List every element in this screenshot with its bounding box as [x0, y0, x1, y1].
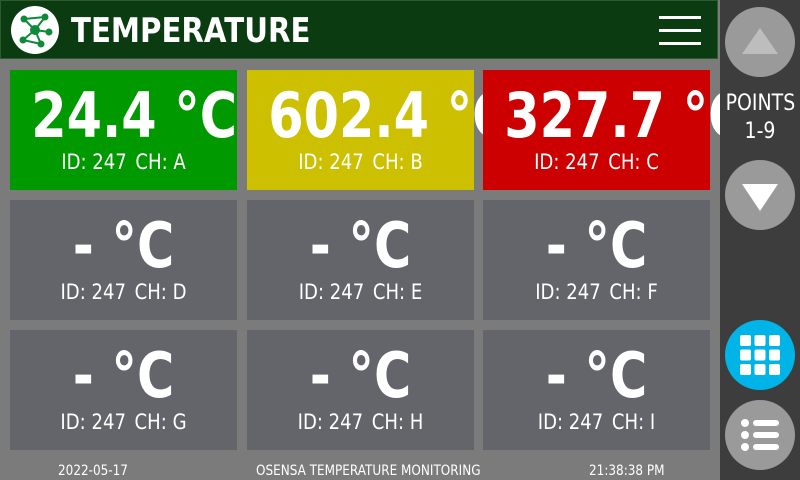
temperature-value: - °C [72, 209, 175, 282]
temperature-value: - °C [545, 339, 648, 412]
triangle-down-icon [742, 184, 778, 211]
sensor-id: ID: 247 [297, 410, 364, 434]
temperature-screen: TEMPERATURE 24.4 °C ID: 247 CH: A 602.4 °C I… [0, 0, 800, 480]
sensor-id: ID: 247 [60, 410, 126, 434]
sensor-id: ID: 247 [61, 150, 127, 174]
points-range-label: POINTS 1-9 [725, 90, 796, 146]
sensor-channel: CH: H [371, 410, 424, 434]
page-up-button[interactable] [725, 7, 795, 77]
sensor-channel: CH: D [134, 280, 187, 304]
points-label-line2: 1-9 [744, 119, 776, 144]
sensor-id-line: ID: 247 CH: G [27, 409, 221, 435]
sensor-channel: CH: F [609, 280, 658, 304]
sensor-channel: CH: I [611, 410, 656, 434]
sensor-id: ID: 247 [535, 280, 601, 304]
sensor-id: ID: 247 [298, 280, 365, 304]
list-view-button[interactable] [725, 400, 795, 470]
grid-view-icon [740, 335, 780, 375]
temperature-tile[interactable]: 602.4 °C ID: 247 CH: B [247, 70, 510, 190]
sensor-id-line: ID: 247 CH: H [264, 409, 458, 435]
page-down-button[interactable] [725, 160, 795, 230]
list-view-icon [741, 419, 779, 451]
footer-caption: OSENSA TEMPERATURE MONITORING [256, 463, 481, 479]
temperature-value: 327.7 °C [504, 79, 746, 152]
hamburger-menu-icon[interactable] [659, 13, 701, 47]
sensor-channel: CH: E [372, 280, 423, 304]
temperature-tile[interactable]: - °C ID: 247 CH: F [483, 200, 710, 320]
sensor-channel: CH: G [134, 410, 187, 434]
temperature-tile[interactable]: - °C ID: 247 CH: I [483, 330, 710, 450]
temperature-value: 24.4 °C [31, 79, 238, 152]
grid-view-button[interactable] [725, 320, 795, 390]
sensor-channel: CH: A [135, 150, 186, 174]
sensor-id-line: ID: 247 CH: B [264, 149, 458, 175]
temperature-value: - °C [309, 209, 412, 282]
sensor-id: ID: 247 [60, 280, 126, 304]
sidebar: POINTS 1-9 [720, 0, 800, 480]
sensor-id-line: ID: 247 CH: F [500, 279, 694, 305]
temperature-tile[interactable]: 24.4 °C ID: 247 CH: A [10, 70, 237, 190]
header-bar: TEMPERATURE [0, 0, 718, 59]
sensor-id-line: ID: 247 CH: E [264, 279, 458, 305]
sensor-id: ID: 247 [537, 410, 604, 434]
temperature-tile[interactable]: - °C ID: 247 CH: H [247, 330, 474, 450]
footer-time: 21:38:38 PM [589, 463, 665, 479]
triangle-up-icon [742, 28, 778, 54]
points-label-line1: POINTS [725, 91, 796, 116]
temperature-tile[interactable]: - °C ID: 247 CH: D [10, 200, 237, 320]
temperature-value: - °C [309, 339, 412, 412]
sensor-id: ID: 247 [534, 150, 600, 174]
network-nodes-icon [11, 6, 59, 54]
sensor-id-line: ID: 247 CH: D [27, 279, 221, 305]
page-title: TEMPERATURE [71, 11, 311, 51]
sensor-id-line: ID: 247 CH: C [500, 149, 694, 175]
sensor-id-line: ID: 247 CH: A [27, 149, 221, 175]
temperature-value: 602.4 °C [268, 79, 510, 152]
sensor-id-line: ID: 247 CH: I [500, 409, 694, 435]
temperature-tile[interactable]: - °C ID: 247 CH: E [247, 200, 474, 320]
sensor-id: ID: 247 [298, 150, 364, 174]
sensor-channel: CH: C [608, 150, 659, 174]
sensor-channel: CH: B [372, 150, 423, 174]
temperature-value: - °C [545, 209, 648, 282]
temperature-tile[interactable]: 327.7 °C ID: 247 CH: C [483, 70, 746, 190]
temperature-tile[interactable]: - °C ID: 247 CH: G [10, 330, 237, 450]
footer-date: 2022-05-17 [58, 463, 128, 479]
temperature-value: - °C [72, 339, 175, 412]
